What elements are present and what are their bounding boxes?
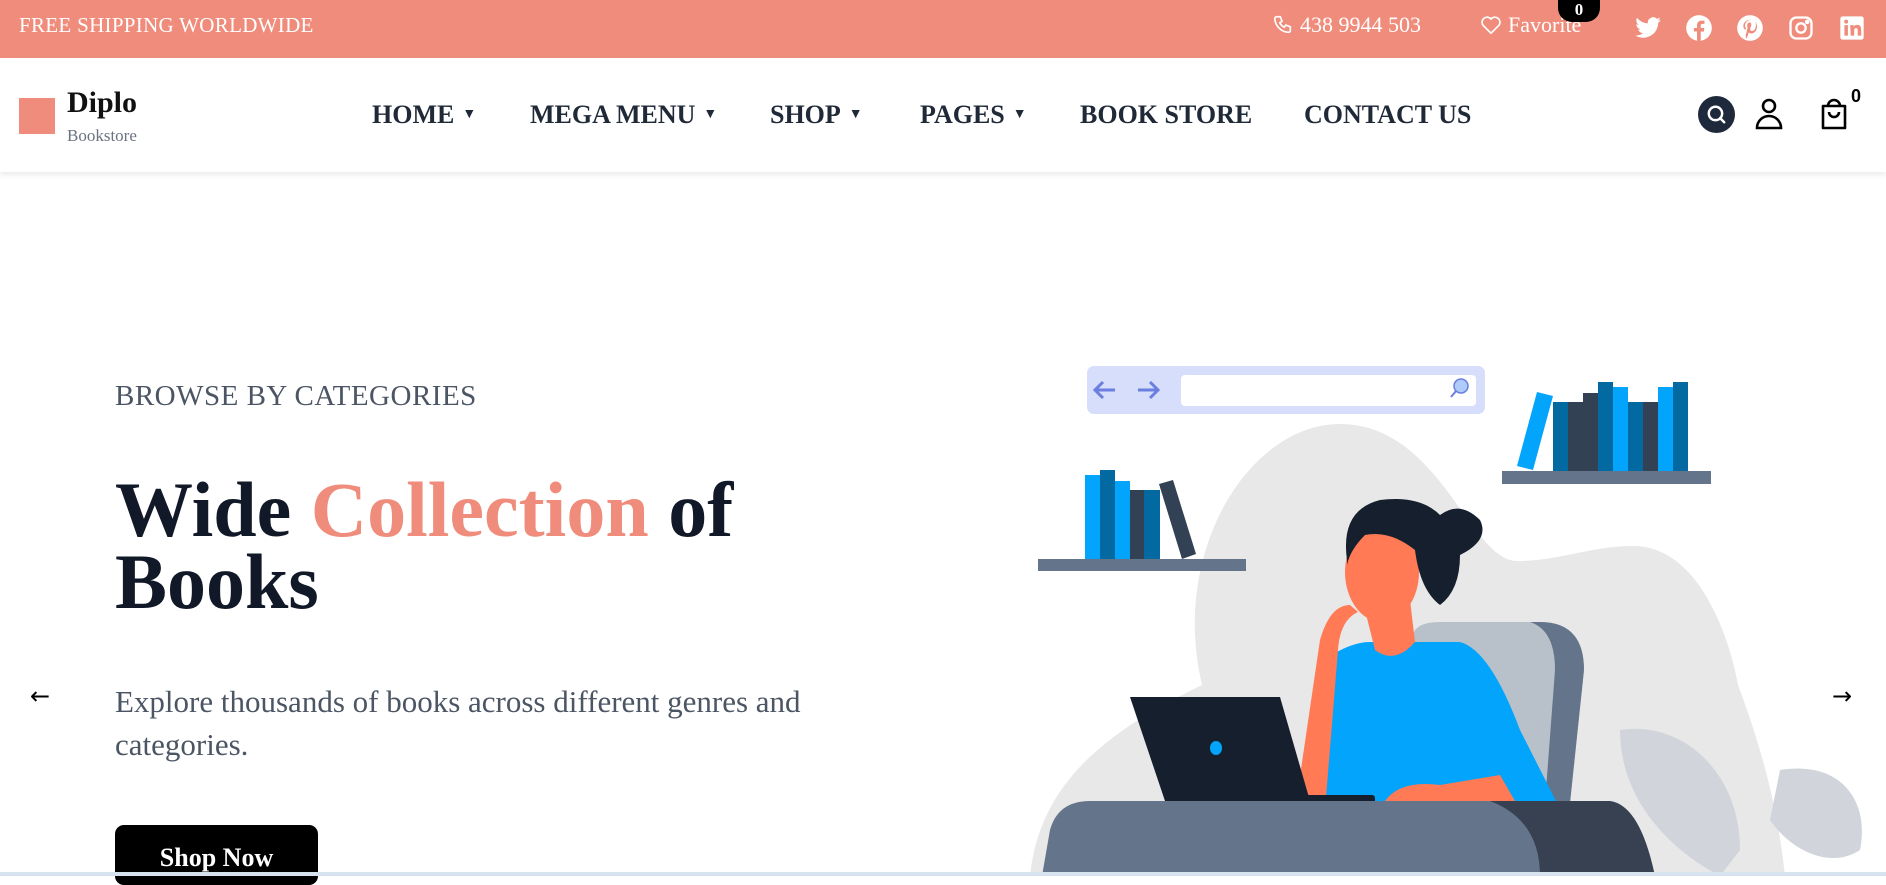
nav-shop[interactable]: SHOP ▼ xyxy=(770,100,863,130)
cart-count-badge: 0 xyxy=(1851,86,1862,106)
top-bar: FREE SHIPPING WORLDWIDE 438 9944 503 Fav… xyxy=(0,0,1886,58)
title-accent: Collection xyxy=(310,466,649,553)
caret-down-icon: ▼ xyxy=(462,107,477,122)
nav-label: HOME xyxy=(372,100,455,129)
nav-contact-us[interactable]: CONTACT US xyxy=(1304,100,1471,130)
nav-label: MEGA MENU xyxy=(530,100,696,129)
phone-link[interactable]: 438 9944 503 xyxy=(1272,12,1421,38)
caret-down-icon: ▼ xyxy=(703,107,718,122)
nav-label: CONTACT US xyxy=(1304,100,1472,129)
heart-icon xyxy=(1481,16,1501,35)
hero-title: Wide Collection of Books xyxy=(115,471,815,621)
favorite-count-badge: 0 xyxy=(1558,0,1600,22)
right-bookshelf xyxy=(1502,382,1711,484)
nav-label: PAGES xyxy=(920,100,1005,129)
logo-name[interactable]: Diplo xyxy=(67,86,137,120)
user-icon[interactable] xyxy=(1753,96,1785,132)
logo-mark[interactable] xyxy=(19,98,55,134)
magnifier-icon xyxy=(1453,378,1469,394)
caret-down-icon: ▼ xyxy=(1012,107,1027,122)
nav-home[interactable]: HOME ▼ xyxy=(372,100,476,130)
main-header: Diplo Bookstore HOME ▼ MEGA MENU ▼ SHOP ▼ P… xyxy=(0,58,1886,172)
nav-mega-menu[interactable]: MEGA MENU ▼ xyxy=(530,100,717,130)
cart-icon[interactable] xyxy=(1818,96,1850,132)
sofa xyxy=(1042,801,1655,876)
twitter-icon[interactable] xyxy=(1634,14,1662,42)
scrollbar-edge xyxy=(0,872,1886,876)
nav-label: BOOK STORE xyxy=(1080,100,1253,129)
linkedin-icon[interactable] xyxy=(1838,14,1866,42)
hero-description: Explore thousands of books across differ… xyxy=(115,684,801,762)
nav-book-store[interactable]: BOOK STORE xyxy=(1080,100,1252,130)
shop-now-button[interactable]: Shop Now xyxy=(115,825,318,885)
search-icon[interactable] xyxy=(1698,96,1735,133)
browser-search-bar xyxy=(1087,366,1485,414)
hero-eyebrow: BROWSE BY CATEGORIES xyxy=(115,380,477,412)
title-part: Books xyxy=(115,538,319,625)
logo-tagline: Bookstore xyxy=(67,126,137,145)
nav-pages[interactable]: PAGES ▼ xyxy=(920,100,1027,130)
phone-icon xyxy=(1273,15,1292,34)
phone-number: 438 9944 503 xyxy=(1300,12,1421,37)
pinterest-icon[interactable] xyxy=(1736,14,1764,42)
free-shipping-text: FREE SHIPPING WORLDWIDE xyxy=(19,13,314,37)
slider-prev-arrow[interactable]: ← xyxy=(30,682,50,710)
instagram-icon[interactable] xyxy=(1787,14,1815,42)
hero-illustration xyxy=(1030,366,1862,876)
facebook-icon[interactable] xyxy=(1685,14,1713,42)
title-part: of xyxy=(668,466,734,553)
caret-down-icon: ▼ xyxy=(848,107,863,122)
nav-label: SHOP xyxy=(770,100,841,129)
